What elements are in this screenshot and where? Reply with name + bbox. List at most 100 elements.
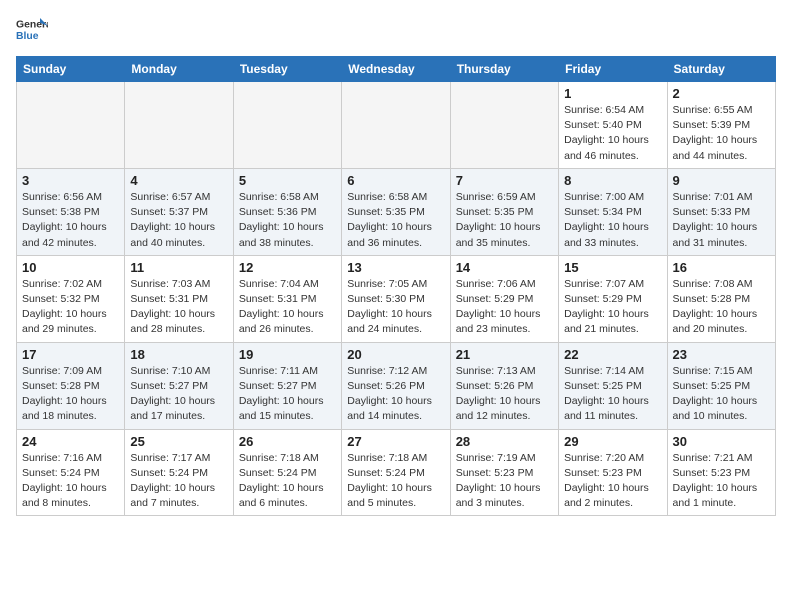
- calendar-cell: [125, 82, 233, 169]
- calendar-cell: 28Sunrise: 7:19 AMSunset: 5:23 PMDayligh…: [450, 429, 558, 516]
- calendar-cell: [233, 82, 341, 169]
- day-info: Sunrise: 6:54 AMSunset: 5:40 PMDaylight:…: [564, 103, 661, 164]
- calendar-cell: [450, 82, 558, 169]
- day-info: Sunrise: 7:13 AMSunset: 5:26 PMDaylight:…: [456, 364, 553, 425]
- calendar-cell: 23 Sunrise: 7:15 AMSunset: 5:25 PMDayligh…: [667, 342, 775, 429]
- calendar-table: SundayMondayTuesdayWednesdayThursdayFrid…: [16, 56, 776, 516]
- calendar-cell: 12 Sunrise: 7:04 AMSunset: 5:31 PMDayligh…: [233, 255, 341, 342]
- calendar-cell: 14 Sunrise: 7:06 AMSunset: 5:29 PMDayligh…: [450, 255, 558, 342]
- day-info: Sunrise: 7:15 AMSunset: 5:25 PMDaylight:…: [673, 364, 770, 425]
- day-number: 26: [239, 434, 336, 449]
- day-number: 5: [239, 173, 336, 188]
- day-info: Sunrise: 7:05 AMSunset: 5:30 PMDaylight:…: [347, 277, 444, 338]
- day-number: 2: [673, 86, 770, 101]
- column-header-wednesday: Wednesday: [342, 57, 450, 82]
- calendar-cell: 26 Sunrise: 7:18 AMSunset: 5:24 PMDayligh…: [233, 429, 341, 516]
- day-info: Sunrise: 7:04 AMSunset: 5:31 PMDaylight:…: [239, 277, 336, 338]
- calendar-cell: 13Sunrise: 7:05 AMSunset: 5:30 PMDayligh…: [342, 255, 450, 342]
- calendar-cell: 8Sunrise: 7:00 AMSunset: 5:34 PMDaylight…: [559, 168, 667, 255]
- day-number: 23: [673, 347, 770, 362]
- calendar-cell: 7Sunrise: 6:59 AMSunset: 5:35 PMDaylight…: [450, 168, 558, 255]
- day-number: 24: [22, 434, 119, 449]
- day-number: 17: [22, 347, 119, 362]
- day-info: Sunrise: 7:17 AMSunset: 5:24 PMDaylight:…: [130, 451, 227, 512]
- calendar-cell: 21 Sunrise: 7:13 AMSunset: 5:26 PMDayligh…: [450, 342, 558, 429]
- day-info: Sunrise: 7:11 AMSunset: 5:27 PMDaylight:…: [239, 364, 336, 425]
- day-info: Sunrise: 7:18 AMSunset: 5:24 PMDaylight:…: [239, 451, 336, 512]
- calendar-week-row: 10 Sunrise: 7:02 AMSunset: 5:32 PMDayligh…: [17, 255, 776, 342]
- day-number: 18: [130, 347, 227, 362]
- day-number: 22: [564, 347, 661, 362]
- day-info: Sunrise: 7:09 AMSunset: 5:28 PMDaylight:…: [22, 364, 119, 425]
- day-number: 14: [456, 260, 553, 275]
- day-info: Sunrise: 7:16 AMSunset: 5:24 PMDaylight:…: [22, 451, 119, 512]
- day-number: 3: [22, 173, 119, 188]
- day-number: 19: [239, 347, 336, 362]
- day-info: Sunrise: 7:12 AMSunset: 5:26 PMDaylight:…: [347, 364, 444, 425]
- day-number: 15: [564, 260, 661, 275]
- day-number: 6: [347, 173, 444, 188]
- calendar-week-row: 1 Sunrise: 6:54 AMSunset: 5:40 PMDaylight…: [17, 82, 776, 169]
- day-info: Sunrise: 6:58 AMSunset: 5:36 PMDaylight:…: [239, 190, 336, 251]
- day-info: Sunrise: 7:07 AMSunset: 5:29 PMDaylight:…: [564, 277, 661, 338]
- day-number: 11: [130, 260, 227, 275]
- page-header: GeneralBlue: [16, 16, 776, 44]
- column-header-monday: Monday: [125, 57, 233, 82]
- calendar-cell: 10 Sunrise: 7:02 AMSunset: 5:32 PMDayligh…: [17, 255, 125, 342]
- day-number: 10: [22, 260, 119, 275]
- day-info: Sunrise: 7:20 AMSunset: 5:23 PMDaylight:…: [564, 451, 661, 512]
- column-header-thursday: Thursday: [450, 57, 558, 82]
- day-number: 21: [456, 347, 553, 362]
- day-info: Sunrise: 7:08 AMSunset: 5:28 PMDaylight:…: [673, 277, 770, 338]
- calendar-cell: 18 Sunrise: 7:10 AMSunset: 5:27 PMDayligh…: [125, 342, 233, 429]
- calendar-cell: 30 Sunrise: 7:21 AMSunset: 5:23 PMDayligh…: [667, 429, 775, 516]
- column-header-friday: Friday: [559, 57, 667, 82]
- day-number: 4: [130, 173, 227, 188]
- day-info: Sunrise: 7:10 AMSunset: 5:27 PMDaylight:…: [130, 364, 227, 425]
- calendar-cell: [17, 82, 125, 169]
- calendar-week-row: 17 Sunrise: 7:09 AMSunset: 5:28 PMDayligh…: [17, 342, 776, 429]
- calendar-cell: 17 Sunrise: 7:09 AMSunset: 5:28 PMDayligh…: [17, 342, 125, 429]
- calendar-cell: [342, 82, 450, 169]
- calendar-cell: 15 Sunrise: 7:07 AMSunset: 5:29 PMDayligh…: [559, 255, 667, 342]
- calendar-cell: 22 Sunrise: 7:14 AMSunset: 5:25 PMDayligh…: [559, 342, 667, 429]
- column-header-sunday: Sunday: [17, 57, 125, 82]
- calendar-cell: 6 Sunrise: 6:58 AMSunset: 5:35 PMDaylight…: [342, 168, 450, 255]
- column-header-tuesday: Tuesday: [233, 57, 341, 82]
- calendar-cell: 29Sunrise: 7:20 AMSunset: 5:23 PMDayligh…: [559, 429, 667, 516]
- day-number: 12: [239, 260, 336, 275]
- day-info: Sunrise: 6:58 AMSunset: 5:35 PMDaylight:…: [347, 190, 444, 251]
- day-info: Sunrise: 7:14 AMSunset: 5:25 PMDaylight:…: [564, 364, 661, 425]
- calendar-cell: 19 Sunrise: 7:11 AMSunset: 5:27 PMDayligh…: [233, 342, 341, 429]
- day-info: Sunrise: 7:00 AMSunset: 5:34 PMDaylight:…: [564, 190, 661, 251]
- calendar-cell: 16 Sunrise: 7:08 AMSunset: 5:28 PMDayligh…: [667, 255, 775, 342]
- day-info: Sunrise: 6:56 AMSunset: 5:38 PMDaylight:…: [22, 190, 119, 251]
- day-info: Sunrise: 6:57 AMSunset: 5:37 PMDaylight:…: [130, 190, 227, 251]
- day-info: Sunrise: 7:18 AMSunset: 5:24 PMDaylight:…: [347, 451, 444, 512]
- calendar-week-row: 3 Sunrise: 6:56 AMSunset: 5:38 PMDaylight…: [17, 168, 776, 255]
- day-number: 28: [456, 434, 553, 449]
- day-number: 9: [673, 173, 770, 188]
- day-number: 1: [564, 86, 661, 101]
- logo-icon: GeneralBlue: [16, 16, 48, 44]
- calendar-cell: 3 Sunrise: 6:56 AMSunset: 5:38 PMDaylight…: [17, 168, 125, 255]
- day-info: Sunrise: 7:02 AMSunset: 5:32 PMDaylight:…: [22, 277, 119, 338]
- calendar-cell: 24 Sunrise: 7:16 AMSunset: 5:24 PMDayligh…: [17, 429, 125, 516]
- calendar-cell: 27Sunrise: 7:18 AMSunset: 5:24 PMDayligh…: [342, 429, 450, 516]
- calendar-cell: 4 Sunrise: 6:57 AMSunset: 5:37 PMDaylight…: [125, 168, 233, 255]
- calendar-cell: 9 Sunrise: 7:01 AMSunset: 5:33 PMDaylight…: [667, 168, 775, 255]
- day-info: Sunrise: 7:06 AMSunset: 5:29 PMDaylight:…: [456, 277, 553, 338]
- calendar-cell: 5 Sunrise: 6:58 AMSunset: 5:36 PMDaylight…: [233, 168, 341, 255]
- day-info: Sunrise: 6:55 AMSunset: 5:39 PMDaylight:…: [673, 103, 770, 164]
- day-number: 30: [673, 434, 770, 449]
- day-number: 20: [347, 347, 444, 362]
- day-info: Sunrise: 7:21 AMSunset: 5:23 PMDaylight:…: [673, 451, 770, 512]
- calendar-week-row: 24 Sunrise: 7:16 AMSunset: 5:24 PMDayligh…: [17, 429, 776, 516]
- column-header-saturday: Saturday: [667, 57, 775, 82]
- calendar-cell: 2 Sunrise: 6:55 AMSunset: 5:39 PMDaylight…: [667, 82, 775, 169]
- day-number: 16: [673, 260, 770, 275]
- day-info: Sunrise: 6:59 AMSunset: 5:35 PMDaylight:…: [456, 190, 553, 251]
- day-info: Sunrise: 7:03 AMSunset: 5:31 PMDaylight:…: [130, 277, 227, 338]
- day-info: Sunrise: 7:01 AMSunset: 5:33 PMDaylight:…: [673, 190, 770, 251]
- calendar-cell: 11 Sunrise: 7:03 AMSunset: 5:31 PMDayligh…: [125, 255, 233, 342]
